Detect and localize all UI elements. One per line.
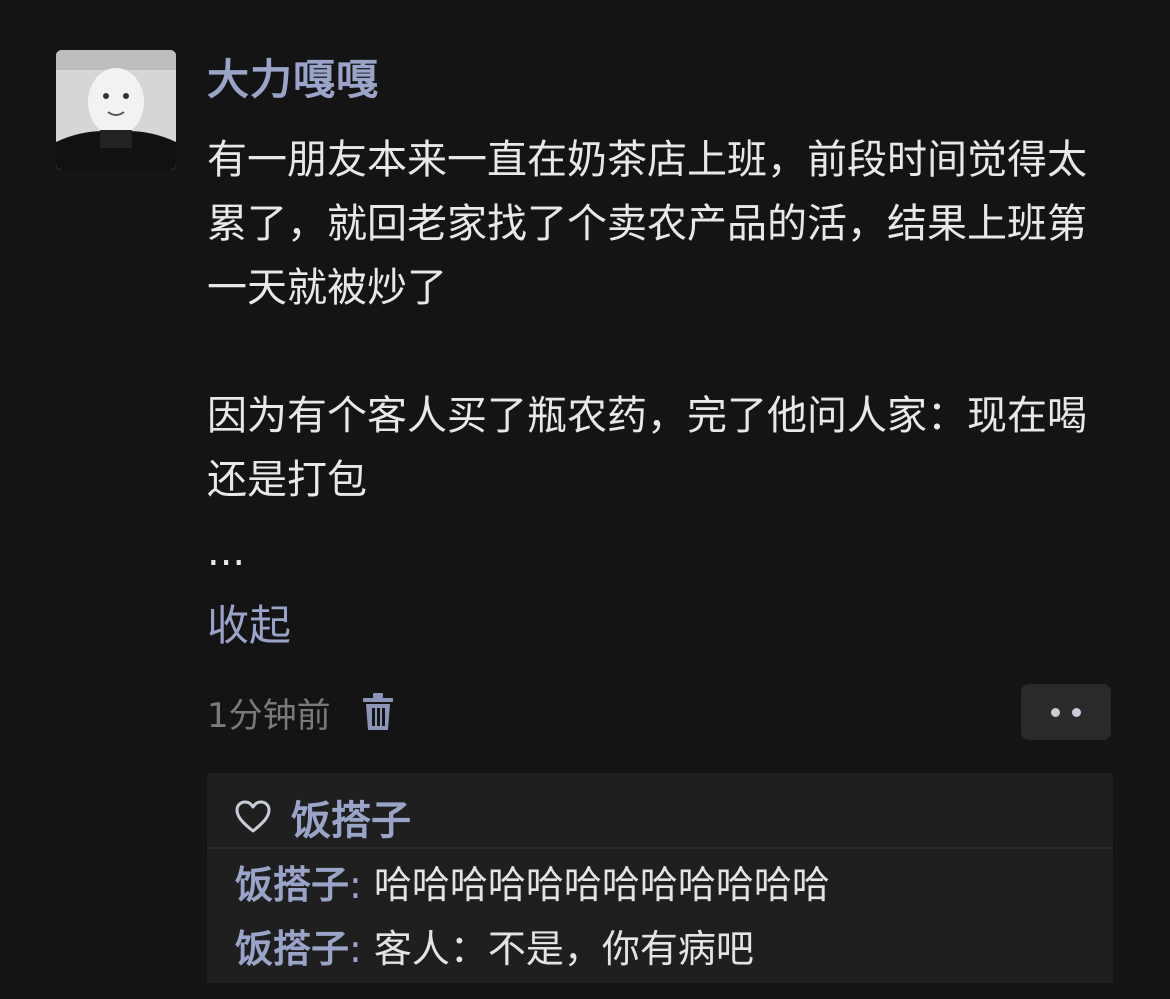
avatar[interactable] (56, 50, 176, 170)
more-dots-icon (1051, 707, 1060, 717)
post-content: 有一朋友本来一直在奶茶店上班，前段时间觉得太累了，就回老家找了个卖农产品的活，结… (207, 128, 1107, 512)
trash-icon[interactable] (361, 692, 395, 732)
more-dots-icon (1072, 707, 1081, 717)
comment-item[interactable]: 饭搭子: 哈哈哈哈哈哈哈哈哈哈哈哈 (235, 855, 830, 915)
comment-author[interactable]: 饭搭子 (235, 927, 349, 971)
avatar-image (56, 50, 176, 170)
likes-divider (207, 847, 1113, 849)
comment-separator: : (349, 863, 362, 907)
post-paragraph-2: 因为有个客人买了瓶农药，完了他问人家：现在喝还是打包 (207, 393, 1087, 503)
heart-outline-icon (235, 800, 271, 833)
post-ellipsis: ... (207, 529, 246, 575)
likes-row: 饭搭子 (235, 787, 411, 847)
comment-separator: : (349, 927, 362, 971)
post-author-name[interactable]: 大力嘎嘎 (207, 52, 379, 108)
post-meta-row: 1分钟前 (207, 684, 395, 740)
post-paragraph-1: 有一朋友本来一直在奶茶店上班，前段时间觉得太累了，就回老家找了个卖农产品的活，结… (207, 137, 1087, 311)
post-timestamp: 1分钟前 (207, 695, 331, 736)
comments-panel: 饭搭子 饭搭子: 哈哈哈哈哈哈哈哈哈哈哈哈 饭搭子: 客人：不是，你有病吧 (207, 773, 1113, 983)
like-user-name[interactable]: 饭搭子 (291, 788, 411, 846)
collapse-link[interactable]: 收起 (207, 594, 291, 658)
comment-text: 哈哈哈哈哈哈哈哈哈哈哈哈 (361, 863, 830, 907)
moments-post: 大力嘎嘎 有一朋友本来一直在奶茶店上班，前段时间觉得太累了，就回老家找了个卖农产… (0, 0, 1170, 999)
more-options-button[interactable] (1021, 684, 1111, 740)
comment-author[interactable]: 饭搭子 (235, 863, 349, 907)
comment-text: 客人：不是，你有病吧 (361, 927, 754, 971)
comment-item[interactable]: 饭搭子: 客人：不是，你有病吧 (235, 919, 754, 979)
